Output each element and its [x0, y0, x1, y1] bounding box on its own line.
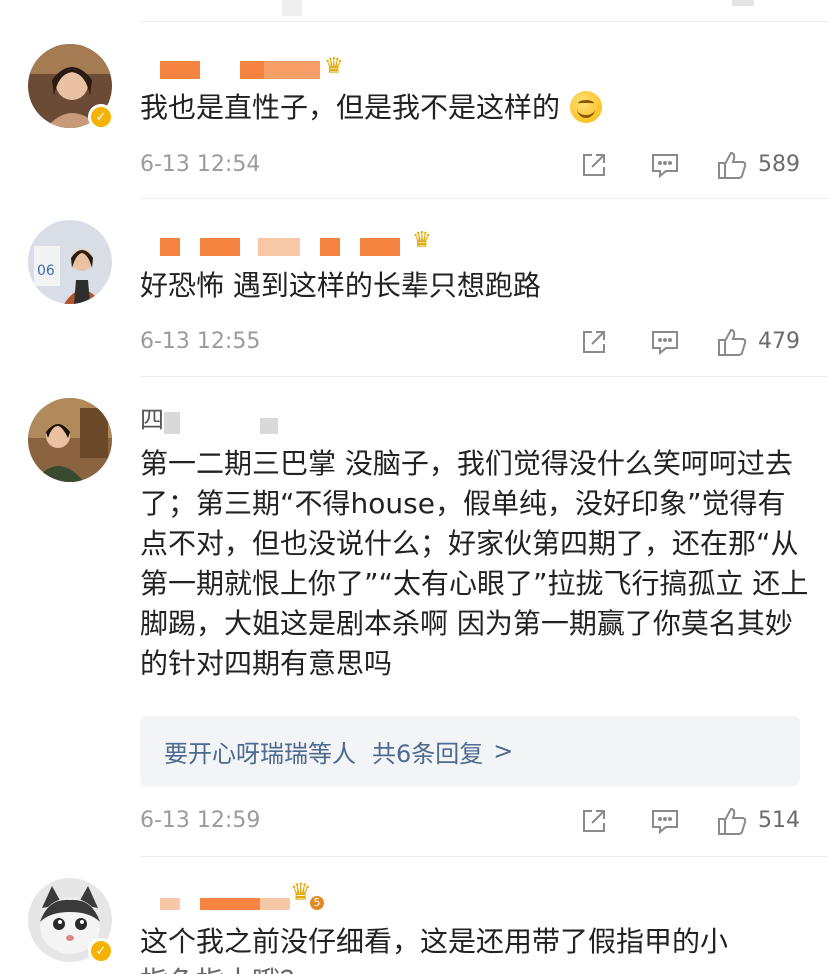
svg-text:06: 06	[37, 263, 55, 279]
redacted-block	[732, 0, 754, 6]
like-button[interactable]: 514	[716, 806, 800, 836]
username-redacted[interactable]: ♛	[140, 54, 360, 88]
share-icon	[583, 154, 605, 176]
like-button[interactable]: 479	[716, 327, 800, 357]
comment-text: 我也是直性子，但是我不是这样的	[140, 88, 812, 128]
avatar[interactable]: ✓	[28, 878, 114, 964]
username-redacted[interactable]: 四	[140, 400, 300, 434]
chevron-right-icon: >	[493, 737, 514, 765]
redacted-block	[160, 61, 200, 79]
like-button[interactable]: 589	[716, 150, 800, 180]
timestamp: 6-13 12:55	[140, 329, 261, 354]
redacted-block	[160, 238, 180, 256]
thumbs-up-icon	[718, 151, 747, 179]
comment-text: 这个我之前没仔细看，这是还用带了假指甲的小	[140, 925, 729, 958]
redacted-block	[320, 238, 340, 256]
comment-text: 好恐怖 遇到这样的长辈只想跑路	[140, 269, 541, 302]
vip-level-number: 5	[310, 896, 324, 910]
timestamp: 6-13 12:59	[140, 808, 261, 833]
redacted-block	[260, 418, 278, 434]
comment-icon	[652, 810, 678, 835]
comment-icon	[652, 154, 678, 179]
comment-divider	[140, 376, 828, 377]
comment-text: 第一二期三巴掌 没脑子，我们觉得没什么笑呵呵过去了；第三期“不得house，假单…	[140, 447, 809, 680]
redacted-block	[240, 61, 264, 79]
timestamp: 6-13 12:54	[140, 152, 261, 177]
vip-crown-icon: ♛	[412, 228, 432, 253]
username-redacted[interactable]: ♛	[140, 228, 440, 264]
redacted-block	[258, 238, 300, 256]
avatar[interactable]: ✓	[28, 44, 114, 130]
previous-comment-tail	[140, 0, 828, 22]
avatar-image	[28, 398, 112, 482]
comment-feed: ✓ ♛ 我也是直性子，但是我不是这样的 6-13 12:54 589 06 ♛ …	[0, 0, 828, 974]
verified-badge-icon: ✓	[88, 104, 114, 130]
comment-meta: 6-13 12:59 514	[140, 806, 800, 836]
replies-preview[interactable]: 要开心呀瑞瑞等人 共6条回复 >	[140, 716, 800, 786]
comment-icon	[652, 331, 678, 356]
avatar-image: 06	[28, 220, 112, 304]
comment-text-line2: 指色指木哦？	[140, 962, 812, 974]
redacted-block	[260, 898, 290, 910]
thumbs-up-icon	[718, 807, 747, 835]
redacted-block	[360, 238, 400, 256]
username-redacted[interactable]: ♛ 5	[140, 878, 340, 914]
reply-button[interactable]	[650, 328, 680, 356]
reply-button[interactable]	[650, 151, 680, 179]
share-icon	[583, 810, 605, 832]
share-button[interactable]	[580, 151, 608, 179]
action-bar: 514	[580, 806, 800, 836]
comment-meta: 6-13 12:54 589	[140, 150, 800, 180]
like-count: 589	[758, 152, 800, 177]
reply-button[interactable]	[650, 807, 680, 835]
like-count: 514	[758, 808, 800, 833]
redacted-block	[164, 412, 180, 434]
thumbs-up-icon	[718, 328, 747, 356]
verified-badge-icon: ✓	[88, 938, 114, 964]
vip-crown-icon: ♛	[324, 54, 344, 79]
action-bar: 479	[580, 327, 800, 357]
avatar[interactable]: 06	[28, 220, 112, 304]
avatar[interactable]	[28, 398, 112, 482]
share-button[interactable]	[580, 328, 608, 356]
redacted-block	[160, 898, 180, 910]
comment-meta: 6-13 12:55 479	[140, 327, 800, 357]
like-count: 479	[758, 329, 800, 354]
replies-users[interactable]: 要开心呀瑞瑞等人	[164, 734, 356, 769]
redacted-block	[264, 61, 320, 79]
comment-divider	[140, 198, 828, 199]
redacted-block	[200, 238, 240, 256]
share-icon	[583, 331, 605, 353]
vip-level-badge-icon: ♛	[290, 878, 312, 906]
redacted-block	[200, 898, 260, 910]
share-button[interactable]	[580, 807, 608, 835]
redacted-block	[282, 0, 302, 16]
action-bar: 589	[580, 150, 800, 180]
comment-divider	[140, 856, 828, 857]
replies-total[interactable]: 共6条回复	[372, 734, 483, 769]
username-fragment: 四	[140, 406, 164, 434]
smile-emoji-icon	[570, 91, 603, 123]
